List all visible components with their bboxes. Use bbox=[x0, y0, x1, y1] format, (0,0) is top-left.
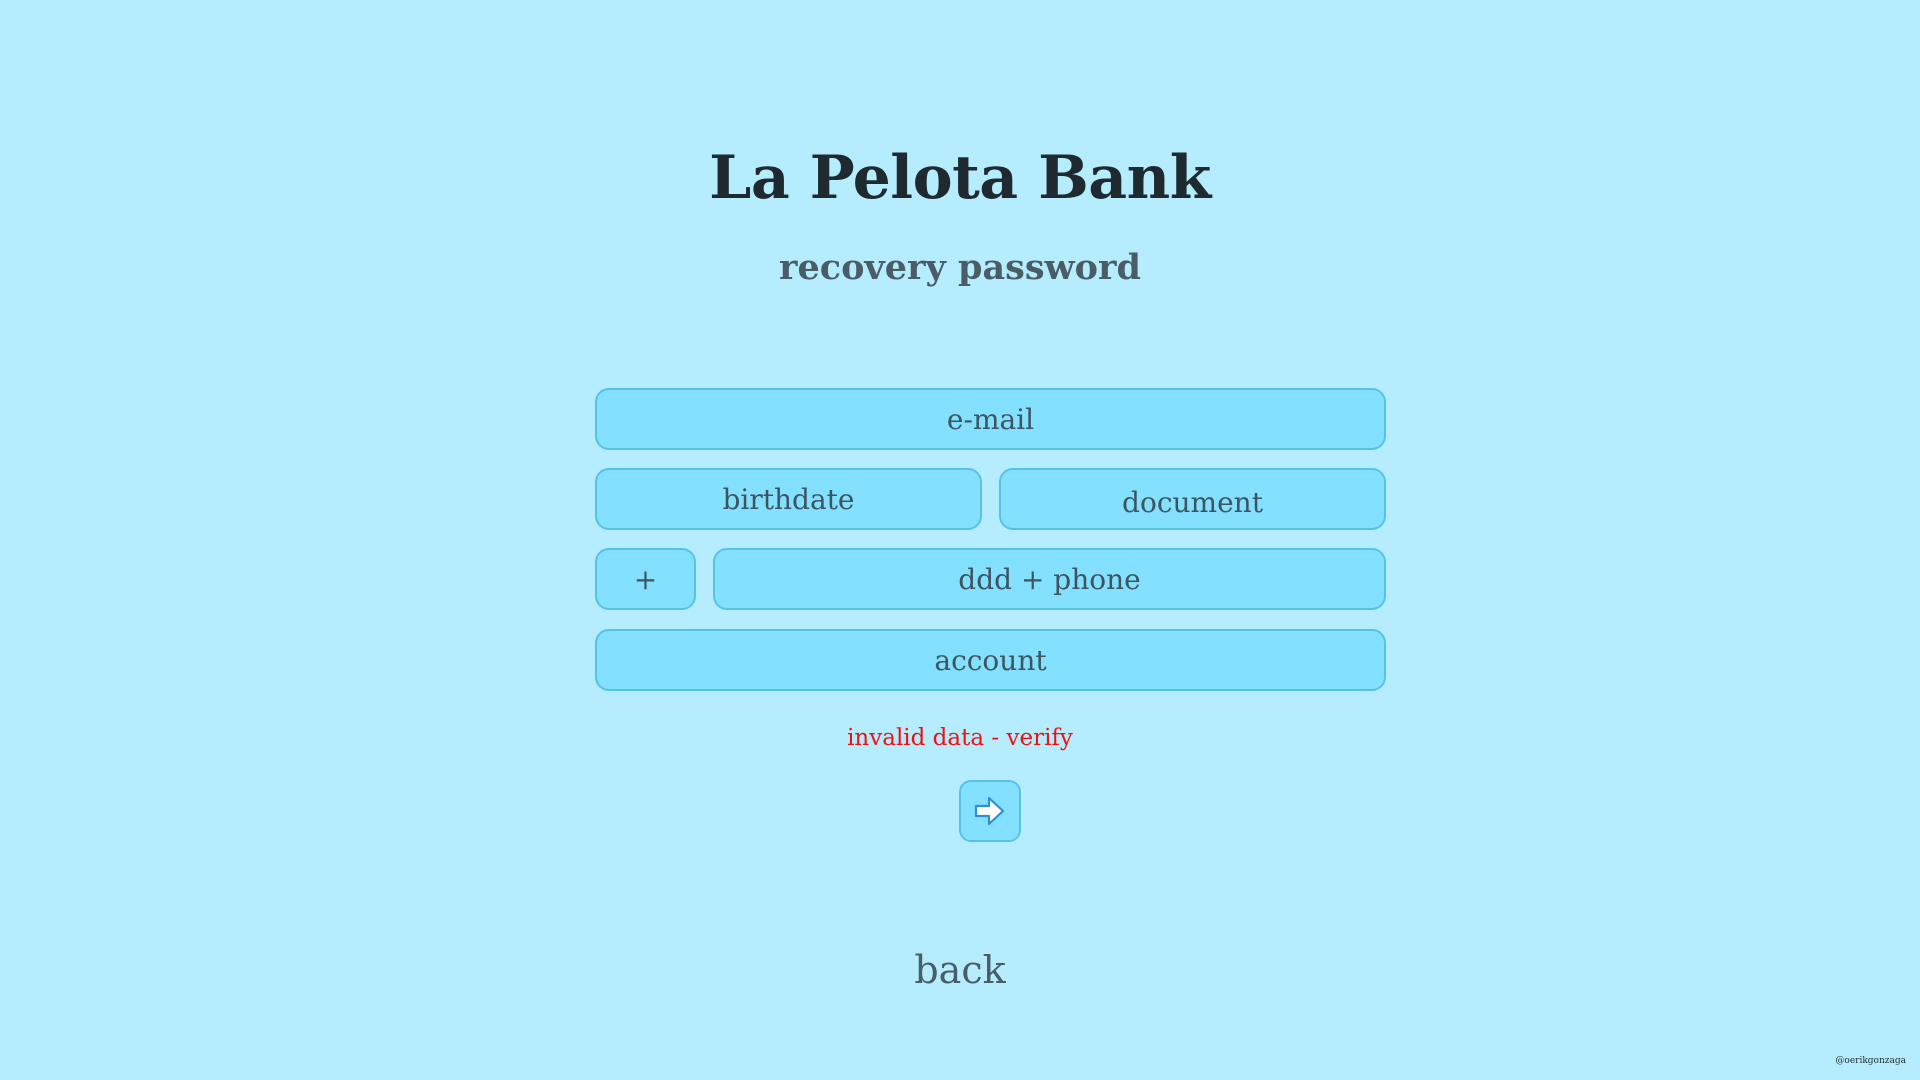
submit-button[interactable] bbox=[959, 780, 1021, 842]
document-field[interactable] bbox=[999, 468, 1386, 530]
error-message: invalid data - verify bbox=[847, 725, 1073, 751]
back-link-row: back bbox=[0, 945, 1920, 995]
recovery-page: La Pelota Bank recovery password invalid… bbox=[0, 0, 1920, 1080]
back-link[interactable]: back bbox=[914, 948, 1005, 992]
country-code-field[interactable] bbox=[595, 548, 696, 610]
page-subtitle: recovery password bbox=[779, 247, 1141, 288]
author-credit: @oerikgonzaga bbox=[1835, 1056, 1906, 1066]
birthdate-field[interactable] bbox=[595, 468, 982, 530]
account-field[interactable] bbox=[595, 629, 1386, 691]
arrow-right-icon bbox=[972, 793, 1008, 829]
phone-field[interactable] bbox=[713, 548, 1386, 610]
email-field[interactable] bbox=[595, 388, 1386, 450]
page-title: La Pelota Bank bbox=[709, 143, 1211, 213]
